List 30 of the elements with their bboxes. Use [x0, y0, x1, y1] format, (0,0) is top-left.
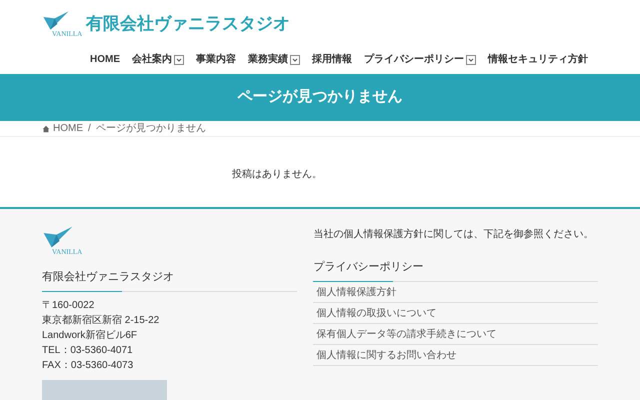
- breadcrumb-current: ページが見つかりません: [96, 122, 206, 136]
- chevron-down-icon[interactable]: [290, 54, 300, 64]
- chevron-down-icon[interactable]: [466, 54, 476, 64]
- home-icon: [42, 124, 50, 133]
- chevron-down-icon[interactable]: [174, 54, 184, 64]
- address-line: TEL：03-5360-4071: [42, 345, 134, 357]
- nav-link[interactable]: 採用情報: [312, 52, 352, 67]
- logo-icon: [42, 225, 74, 249]
- nav-link[interactable]: プライバシーポリシー: [364, 52, 464, 67]
- logo-icon: [42, 10, 70, 31]
- privacy-link[interactable]: 個人情報の取扱いについて: [316, 306, 436, 320]
- privacy-link[interactable]: 個人情報に関するお問い合わせ: [316, 348, 456, 362]
- address-line: 東京都新宿区新宿 2-15-22: [42, 315, 160, 327]
- breadcrumb-separator: /: [88, 122, 91, 136]
- breadcrumb-link[interactable]: HOME: [53, 121, 83, 136]
- address-line: FAX：03-5360-4073: [42, 360, 134, 372]
- nav-link[interactable]: HOME: [90, 52, 120, 67]
- address-line: Landwork新宿ビル6F: [42, 330, 138, 342]
- empty-message: 投稿はありません。: [232, 168, 322, 182]
- nav-link[interactable]: 事業内容: [196, 52, 236, 67]
- page-title: ページが見つかりません: [238, 87, 402, 108]
- nav-link[interactable]: 情報セキュリティ方針: [488, 52, 588, 67]
- nav-link[interactable]: 会社案内: [132, 52, 172, 67]
- footer-company-name: 有限会社ヴァニラスタジオ: [42, 271, 174, 283]
- nav-link[interactable]: 業務実績: [248, 52, 288, 67]
- privacy-heading: プライバシーポリシー: [313, 261, 424, 273]
- address-line: 〒160-0022: [42, 300, 96, 312]
- privacy-intro: 当社の個人情報保護方針に関しては、下記を御参照ください。: [313, 228, 594, 242]
- privacy-link[interactable]: 個人情報保護方針: [316, 284, 396, 300]
- privacy-link[interactable]: 保有個人データ等の請求手続きについて: [316, 326, 496, 342]
